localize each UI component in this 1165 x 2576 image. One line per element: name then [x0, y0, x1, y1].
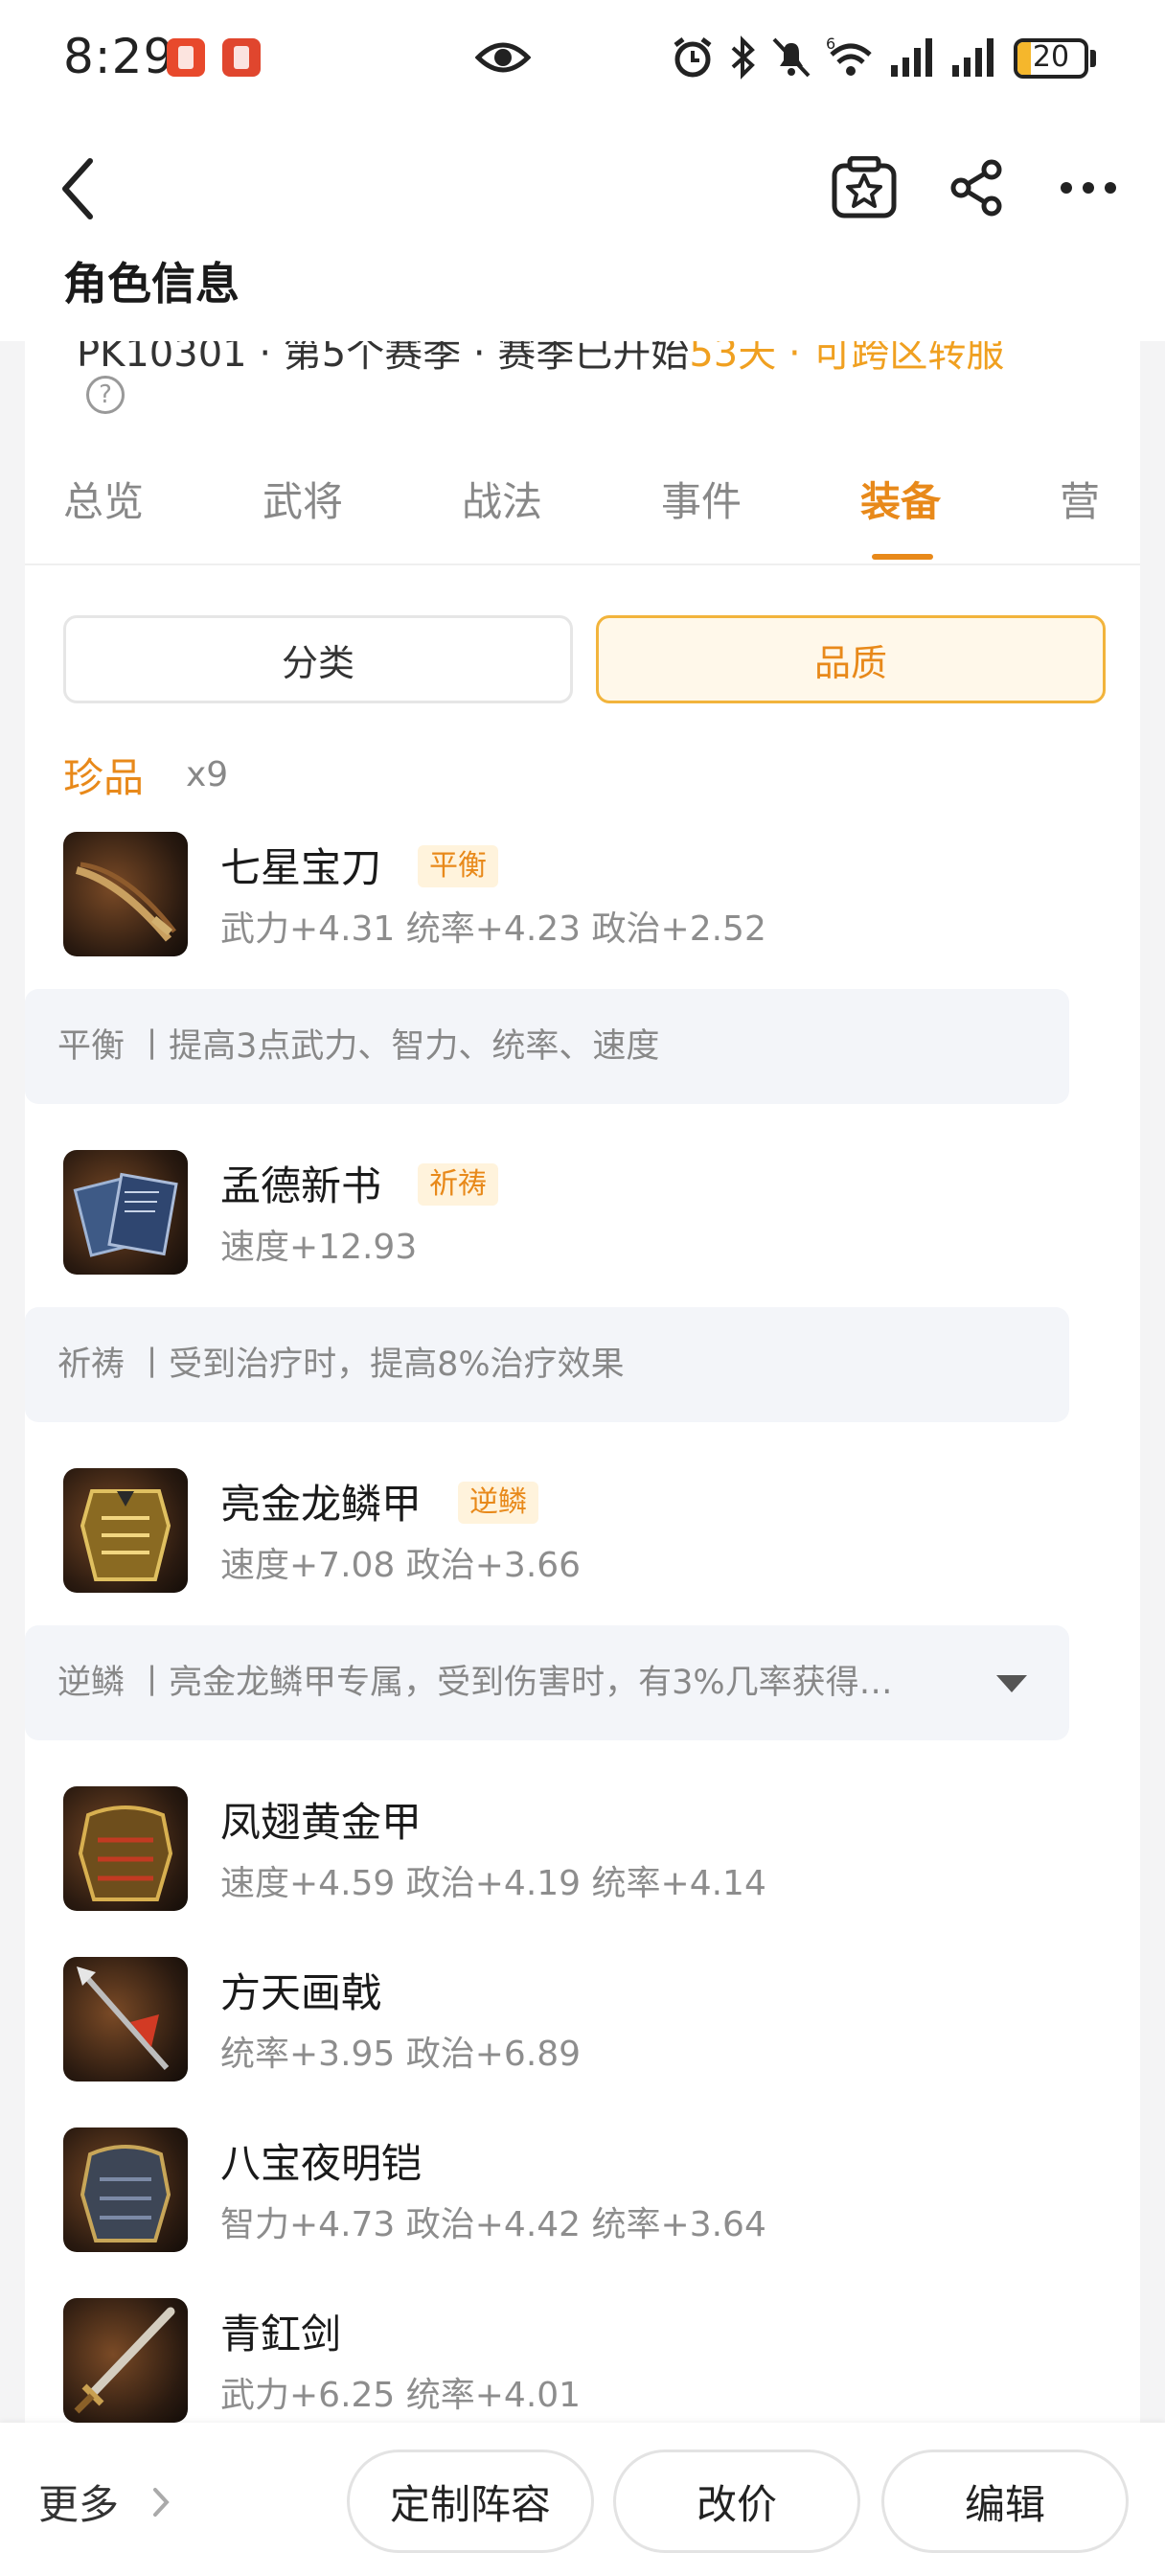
equipment-image	[63, 2298, 188, 2423]
equipment-effect: 平衡 丨提高3点武力、智力、统率、速度	[25, 989, 1069, 1104]
bottom-action-bar: 更多 定制阵容 改价 编辑	[0, 2423, 1165, 2576]
battery-icon: 20	[1014, 38, 1088, 79]
content-card: PK10301 · 第5个赛季 · 赛季已开始53天 · 可跨区转服 ? 总览 …	[25, 341, 1140, 2423]
back-icon[interactable]	[57, 155, 96, 222]
more-dots-icon	[1061, 182, 1116, 194]
equipment-image	[63, 1468, 188, 1593]
change-price-button[interactable]: 改价	[613, 2450, 860, 2553]
equipment-tag: 逆鳞	[458, 1482, 538, 1524]
equipment-stats: 速度+4.59 政治+4.19 统率+4.14	[220, 1864, 766, 1903]
chevron-right-icon	[153, 2488, 170, 2517]
wifi-icon: 6	[826, 35, 872, 76]
status-icons: 6	[671, 31, 998, 84]
equipment-stats: 统率+3.95 政治+6.89	[220, 2035, 582, 2074]
equipment-name: 凤翅黄金甲	[220, 1799, 423, 1846]
equipment-name: 青釭剑	[220, 2311, 342, 2358]
signal-icon	[891, 38, 932, 77]
status-time: 8:29	[63, 29, 175, 84]
equipment-name: 方天画戟	[220, 1969, 382, 2016]
equipment-image	[63, 1786, 188, 1911]
edit-button[interactable]: 编辑	[881, 2450, 1129, 2553]
equipment-stats: 速度+7.08 政治+3.66	[220, 1546, 582, 1585]
custom-lineup-button[interactable]: 定制阵容	[347, 2450, 594, 2553]
more-menu-button[interactable]	[1050, 150, 1127, 226]
equipment-stats: 武力+6.25 统率+4.01	[220, 2376, 582, 2415]
eye-icon	[475, 42, 531, 73]
tab-events[interactable]: 事件	[661, 470, 742, 528]
bluetooth-icon	[731, 35, 755, 80]
expand-arrow-icon[interactable]	[996, 1675, 1027, 1692]
equipment-stats: 速度+12.93	[220, 1228, 418, 1267]
battery-tip	[1090, 50, 1096, 67]
favorite-button[interactable]	[826, 150, 902, 226]
section-title: 珍品	[63, 754, 145, 801]
signal-icon	[952, 38, 994, 77]
tab-equipment[interactable]: 装备	[860, 470, 941, 528]
equipment-tag: 平衡	[418, 845, 498, 887]
equipment-image	[63, 1150, 188, 1275]
equipment-image	[63, 832, 188, 956]
tab-overview[interactable]: 总览	[63, 470, 144, 528]
equipment-tag: 祈祷	[418, 1163, 498, 1206]
profile-info-highlight: 53天 · 可跨区转服	[689, 341, 1005, 376]
share-icon	[950, 159, 1002, 217]
help-icon[interactable]: ?	[86, 376, 125, 414]
mute-icon	[772, 37, 811, 78]
app-header: 角色信息	[0, 115, 1165, 341]
equipment-stats: 武力+4.31 统率+4.23 政治+2.52	[220, 909, 766, 949]
equipment-effect-text: 逆鳞 丨亮金龙鳞甲专属，受到伤害时，有3%几率获得…	[57, 1664, 893, 1702]
alarm-icon	[674, 37, 712, 78]
tab-bar: 总览 武将 战法 事件 装备 营	[25, 447, 1140, 565]
more-button[interactable]: 更多	[38, 2472, 119, 2531]
profile-info-line: PK10301 · 第5个赛季 · 赛季已开始53天 · 可跨区转服	[77, 341, 1004, 378]
filter-category-button[interactable]: 分类	[63, 615, 573, 703]
share-button[interactable]	[939, 150, 1016, 226]
battery-percent: 20	[1032, 40, 1070, 74]
equipment-image	[63, 2128, 188, 2252]
page-title: 角色信息	[63, 258, 240, 310]
tab-camp[interactable]: 营	[1060, 470, 1100, 528]
notification-app-icon	[222, 38, 261, 77]
section-count: x9	[186, 755, 229, 794]
tab-generals[interactable]: 武将	[263, 470, 343, 528]
equipment-name: 七星宝刀	[220, 844, 382, 891]
equipment-effect[interactable]: 逆鳞 丨亮金龙鳞甲专属，受到伤害时，有3%几率获得…	[25, 1625, 1069, 1740]
tab-tactics[interactable]: 战法	[462, 470, 542, 528]
equipment-effect: 祈祷 丨受到治疗时，提高8%治疗效果	[25, 1307, 1069, 1422]
favorite-star-icon	[832, 156, 897, 218]
equipment-stats: 智力+4.73 政治+4.42 统率+3.64	[220, 2205, 766, 2244]
equipment-image	[63, 1957, 188, 2082]
filter-quality-button[interactable]: 品质	[596, 615, 1106, 703]
equipment-name: 八宝夜明铠	[220, 2140, 423, 2187]
equipment-name: 孟德新书	[220, 1162, 382, 1209]
active-tab-indicator	[872, 554, 933, 560]
equipment-name: 亮金龙鳞甲	[220, 1481, 423, 1528]
profile-info-text: PK10301 · 第5个赛季 · 赛季已开始	[77, 341, 690, 376]
notification-app-icon	[167, 38, 205, 77]
status-bar: 8:29 6 20	[0, 0, 1165, 115]
svg-text:6: 6	[826, 35, 835, 53]
